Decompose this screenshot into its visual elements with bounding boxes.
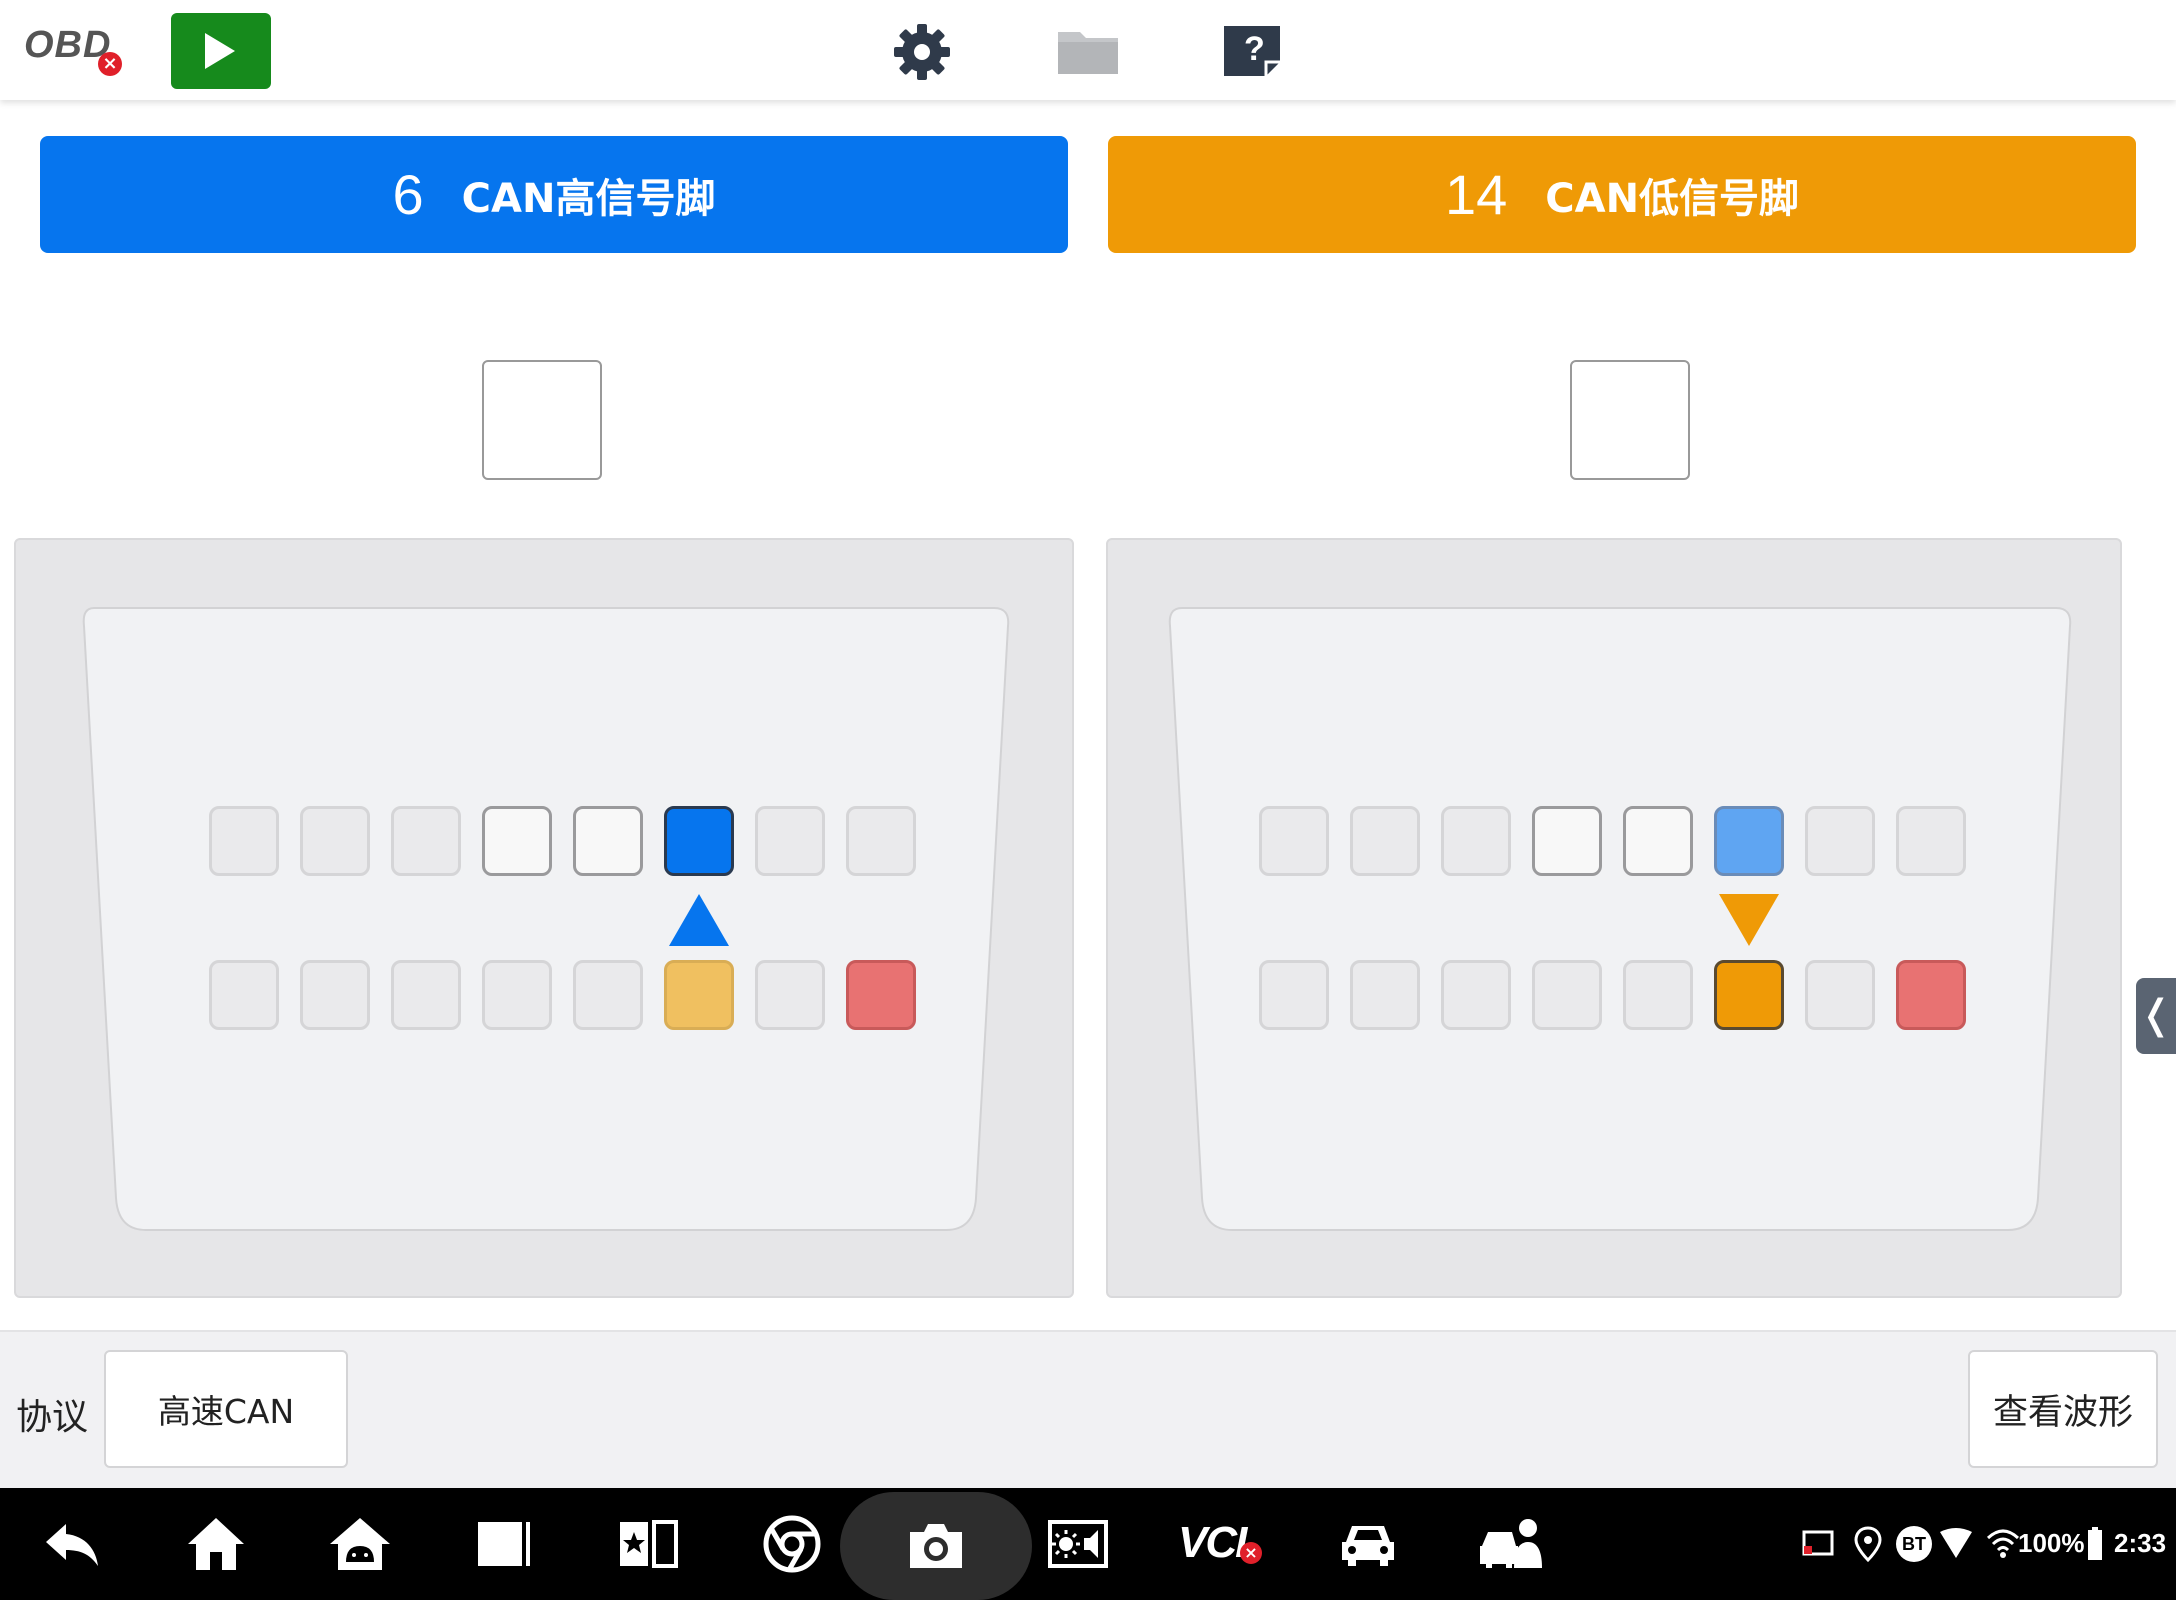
can-low-pin-name: CAN低信号脚 xyxy=(1545,175,1800,222)
settings-gear-icon[interactable] xyxy=(890,20,954,84)
car-icon[interactable] xyxy=(1336,1512,1400,1576)
obd-pin xyxy=(1805,806,1875,876)
camera-button[interactable] xyxy=(840,1492,1032,1600)
pin-14-arrow-icon xyxy=(1719,894,1779,946)
play-icon xyxy=(205,33,235,69)
obd-connector-outline xyxy=(1168,607,2072,1231)
location-icon xyxy=(1854,1526,1882,1562)
obd-pin xyxy=(391,960,461,1030)
obd-pin xyxy=(846,806,916,876)
top-toolbar: OBD × ? xyxy=(0,0,2176,100)
view-waveform-button[interactable]: 查看波形 xyxy=(1968,1350,2158,1468)
obd-pin xyxy=(573,960,643,1030)
obd-pin xyxy=(209,960,279,1030)
obd-pin xyxy=(209,806,279,876)
obd-pin xyxy=(1441,960,1511,1030)
obd-pin-6-active xyxy=(664,806,734,876)
help-icon[interactable]: ? xyxy=(1220,20,1284,84)
obd-pin-6 xyxy=(1714,806,1784,876)
obd-pin xyxy=(1805,960,1875,1030)
can-high-connector-panel xyxy=(14,538,1074,1298)
obd-pin xyxy=(391,806,461,876)
cast-icon xyxy=(1802,1530,1834,1556)
can-low-pin-header: 14 CAN低信号脚 xyxy=(1108,136,2136,253)
can-high-pin-number: 6 xyxy=(392,163,424,226)
protocol-value: 高速CAN xyxy=(104,1350,348,1468)
pin-6-arrow-icon xyxy=(669,894,729,946)
obd-pin xyxy=(1350,960,1420,1030)
obd-pin xyxy=(1259,960,1329,1030)
obd-pin xyxy=(482,960,552,1030)
bluetooth-icon: BT xyxy=(1896,1526,1932,1562)
recent-apps-icon[interactable] xyxy=(472,1512,536,1576)
side-panel-toggle[interactable]: ❬ xyxy=(2136,978,2176,1054)
can-low-pin-number: 14 xyxy=(1444,163,1508,226)
vci-disconnected-badge: × xyxy=(1240,1542,1262,1564)
can-high-pin-header: 6 CAN高信号脚 xyxy=(40,136,1068,253)
android-home-icon[interactable] xyxy=(328,1512,392,1576)
obd-pin xyxy=(1259,806,1329,876)
back-icon[interactable] xyxy=(40,1512,104,1576)
obd-pin xyxy=(482,806,552,876)
clock: 2:33 xyxy=(2114,1528,2167,1558)
obd-pin xyxy=(573,806,643,876)
obd-pin xyxy=(755,806,825,876)
can-low-connector-panel xyxy=(1106,538,2122,1298)
car-service-icon[interactable] xyxy=(1478,1512,1546,1576)
obd-pin xyxy=(1896,806,1966,876)
battery-icon xyxy=(2088,1527,2102,1560)
svg-text:?: ? xyxy=(1244,30,1265,68)
can-high-pin-name: CAN高信号脚 xyxy=(461,175,716,222)
battery-percent: 100% xyxy=(2018,1528,2085,1558)
obd-pin-14 xyxy=(664,960,734,1030)
camera-icon xyxy=(910,1524,962,1568)
obd-pin xyxy=(1532,960,1602,1030)
start-button[interactable] xyxy=(171,13,271,89)
brightness-volume-icon[interactable] xyxy=(1046,1512,1110,1576)
favorites-icon[interactable] xyxy=(616,1512,680,1576)
obd-pin xyxy=(300,960,370,1030)
obd-pin xyxy=(1623,960,1693,1030)
home-icon[interactable] xyxy=(184,1512,248,1576)
obd-pin xyxy=(300,806,370,876)
can-low-reading-box xyxy=(1570,360,1690,480)
obd-pin xyxy=(1623,806,1693,876)
protocol-label: 协议 xyxy=(16,1397,89,1438)
vci-icon[interactable]: VCI xyxy=(1178,1518,1247,1568)
obd-pin xyxy=(1441,806,1511,876)
wifi-icon xyxy=(1986,1529,2020,1558)
obd-pin xyxy=(1350,806,1420,876)
obd-connector-outline xyxy=(82,607,1010,1231)
obd-pin xyxy=(1532,806,1602,876)
obd-pin-16 xyxy=(846,960,916,1030)
can-high-reading-box xyxy=(482,360,602,480)
obd-pin xyxy=(755,960,825,1030)
signal-icon xyxy=(1940,1528,1972,1558)
obd-pin-14-active xyxy=(1714,960,1784,1030)
chrome-icon[interactable] xyxy=(760,1512,824,1576)
obd-disconnected-badge: × xyxy=(98,52,122,76)
folder-icon[interactable] xyxy=(1056,20,1120,84)
obd-pin-16 xyxy=(1896,960,1966,1030)
